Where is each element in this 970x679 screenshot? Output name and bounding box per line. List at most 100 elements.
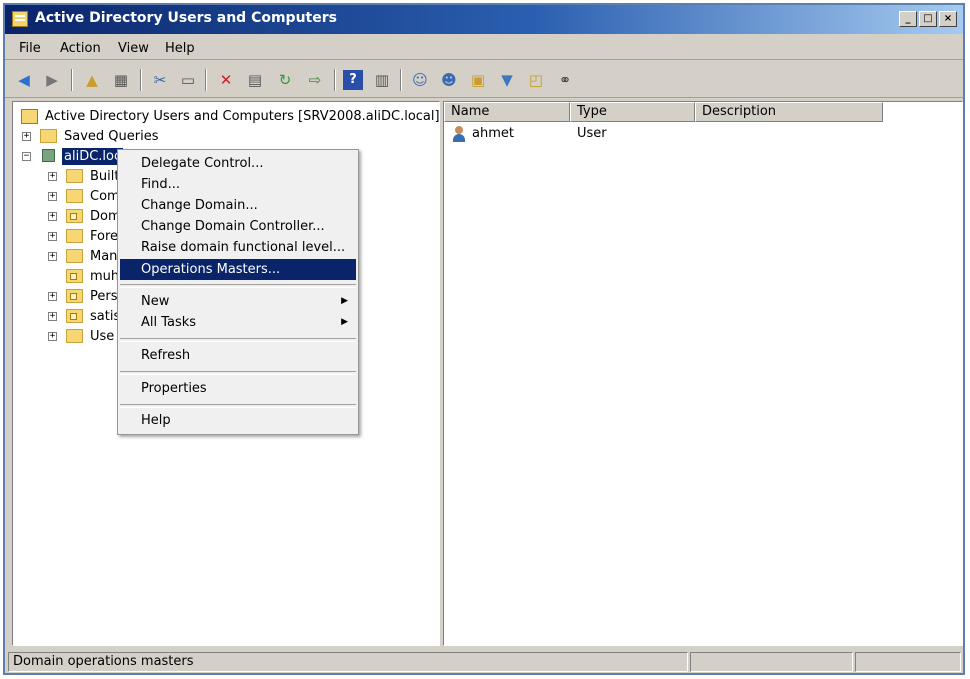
- menu-action[interactable]: Action: [60, 41, 101, 56]
- status-text: Domain operations masters: [8, 652, 688, 672]
- context-menu: Delegate Control... Find... Change Domai…: [117, 149, 359, 435]
- menu-item-all-tasks[interactable]: All Tasks ▶: [120, 312, 356, 333]
- paste-icon[interactable]: ▭: [178, 70, 198, 90]
- tree-item-users[interactable]: + Use: [48, 326, 114, 346]
- toolbar: ◀ ▶ ▲ ▦ ✂ ▭ ✕ ▤ ↻ ⇨ ? ▥ ☺ ☻ ▣ ▼ ◰ ⚭: [5, 61, 963, 98]
- menu-separator: [120, 371, 356, 375]
- expand-icon[interactable]: +: [48, 171, 57, 181]
- back-arrow-icon[interactable]: ◀: [14, 70, 34, 90]
- find-icon[interactable]: ◰: [526, 70, 546, 90]
- toolbar-separator: [71, 69, 73, 91]
- tree-item-label: Pers: [90, 288, 118, 304]
- tree-item-domain-controllers[interactable]: + Dom: [48, 206, 121, 226]
- ou-icon: [66, 309, 83, 323]
- filter-icon[interactable]: ▼: [497, 70, 517, 90]
- ou-icon: [66, 289, 83, 303]
- menu-item-find[interactable]: Find...: [120, 174, 356, 195]
- app-window: Active Directory Users and Computers _ □…: [3, 3, 965, 675]
- menu-help[interactable]: Help: [165, 41, 195, 56]
- tree-item-label: Com: [90, 188, 120, 204]
- delegate-icon[interactable]: ⚭: [555, 70, 575, 90]
- menu-item-delegate-control[interactable]: Delegate Control...: [120, 153, 356, 174]
- new-user-icon[interactable]: ☺: [410, 70, 430, 90]
- menu-view[interactable]: View: [118, 41, 149, 56]
- status-bar: Domain operations masters: [5, 650, 963, 673]
- title-bar[interactable]: Active Directory Users and Computers _ □…: [5, 5, 963, 34]
- show-console-tree-icon[interactable]: ▦: [111, 70, 131, 90]
- menu-item-label: All Tasks: [141, 315, 197, 330]
- expand-icon[interactable]: +: [48, 211, 57, 221]
- menu-item-raise-functional-level[interactable]: Raise domain functional level...: [120, 237, 356, 258]
- properties-icon[interactable]: ▤: [245, 70, 265, 90]
- ou-icon: [66, 209, 83, 223]
- tree-item-label: aliDC.loc: [62, 147, 124, 165]
- toolbar-separator: [140, 69, 142, 91]
- menu-file[interactable]: File: [19, 41, 41, 56]
- export-list-icon[interactable]: ⇨: [305, 70, 325, 90]
- tree-item-domain[interactable]: − aliDC.loc: [22, 146, 124, 166]
- collapse-icon[interactable]: −: [22, 151, 31, 161]
- tree-item-label: Saved Queries: [64, 128, 159, 144]
- folder-icon: [66, 329, 83, 343]
- new-group-icon[interactable]: ☻: [439, 70, 459, 90]
- tree-item-label: satis: [90, 308, 121, 324]
- ou-icon: [66, 269, 83, 283]
- close-button[interactable]: ×: [939, 11, 957, 27]
- up-folder-icon[interactable]: ▲: [82, 70, 102, 90]
- details-pane[interactable]: Name Type Description ahmet User: [443, 101, 963, 646]
- list-item[interactable]: ahmet User: [444, 124, 884, 144]
- menu-item-new[interactable]: New ▶: [120, 291, 356, 312]
- cut-icon[interactable]: ✂: [150, 70, 170, 90]
- submenu-arrow-icon: ▶: [341, 317, 348, 327]
- maximize-button[interactable]: □: [919, 11, 937, 27]
- tree-item-foreign-security[interactable]: + Fore: [48, 226, 118, 246]
- tree-item-satis[interactable]: + satis: [48, 306, 120, 326]
- expand-icon[interactable]: +: [48, 231, 57, 241]
- expand-icon[interactable]: +: [48, 291, 57, 301]
- expand-icon[interactable]: +: [48, 191, 57, 201]
- status-panel: [855, 652, 961, 672]
- menu-item-help[interactable]: Help: [120, 410, 356, 431]
- help-icon[interactable]: ?: [343, 70, 363, 90]
- minimize-button[interactable]: _: [899, 11, 917, 27]
- menu-item-change-domain[interactable]: Change Domain...: [120, 195, 356, 216]
- menu-item-refresh[interactable]: Refresh: [120, 345, 356, 366]
- tree-root-item[interactable]: Active Directory Users and Computers [SR…: [21, 106, 439, 126]
- list-item-name: ahmet: [472, 126, 514, 141]
- column-header-name[interactable]: Name: [444, 102, 570, 122]
- tree-item-label: Man: [90, 248, 118, 264]
- expand-icon[interactable]: +: [48, 311, 57, 321]
- folder-icon: [40, 129, 57, 143]
- folder-icon: [66, 249, 83, 263]
- delete-icon[interactable]: ✕: [216, 70, 236, 90]
- tree-item-pers[interactable]: + Pers: [48, 286, 118, 306]
- folder-icon: [66, 229, 83, 243]
- tree-item-label: Use: [90, 328, 115, 344]
- menu-separator: [120, 404, 356, 408]
- expand-icon[interactable]: +: [48, 251, 57, 261]
- tree-item-saved-queries[interactable]: + Saved Queries: [22, 126, 159, 146]
- menu-item-label: New: [141, 294, 170, 309]
- new-ou-icon[interactable]: ▣: [468, 70, 488, 90]
- toolbar-separator: [205, 69, 207, 91]
- refresh-icon[interactable]: ↻: [275, 70, 295, 90]
- console-root-icon: [21, 108, 38, 124]
- domain-icon: [40, 148, 58, 164]
- menu-separator: [120, 284, 356, 288]
- menu-item-change-domain-controller[interactable]: Change Domain Controller...: [120, 216, 356, 237]
- menu-item-operations-masters[interactable]: Operations Masters...: [120, 259, 356, 280]
- menu-separator: [120, 338, 356, 342]
- tree-item-computers[interactable]: + Com: [48, 186, 120, 206]
- column-header-type[interactable]: Type: [570, 102, 695, 122]
- folder-icon: [66, 189, 83, 203]
- action-pane-icon[interactable]: ▥: [372, 70, 392, 90]
- tree-item-muh[interactable]: muh: [66, 266, 119, 286]
- tree-item-managed[interactable]: + Man: [48, 246, 117, 266]
- expand-icon[interactable]: +: [48, 331, 57, 341]
- expand-icon[interactable]: +: [22, 131, 31, 141]
- forward-arrow-icon[interactable]: ▶: [42, 70, 62, 90]
- menu-item-properties[interactable]: Properties: [120, 378, 356, 399]
- column-header-description[interactable]: Description: [695, 102, 883, 122]
- tree-item-builtin[interactable]: + Built: [48, 166, 119, 186]
- status-panel: [690, 652, 853, 672]
